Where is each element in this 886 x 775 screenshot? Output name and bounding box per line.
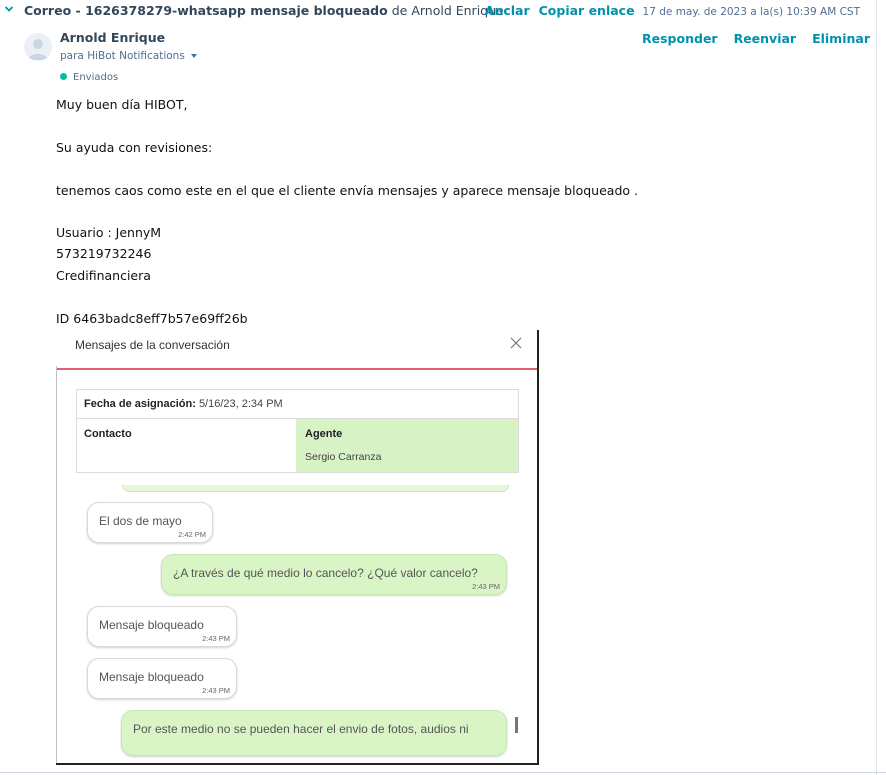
pin-link[interactable]: Anclar: [485, 3, 530, 18]
chat-bubble: ¿A través de qué medio lo cancelo? ¿Qué …: [161, 554, 507, 595]
recipient-dropdown[interactable]: para HiBot Notifications: [60, 50, 197, 62]
modal-title: Mensajes de la conversación: [75, 338, 230, 352]
avatar: [24, 33, 52, 61]
assignment-date: Fecha de asignación: 5/16/23, 2:34 PM: [84, 398, 283, 410]
subject-prefix: Correo -: [24, 3, 86, 18]
modal-divider: [56, 368, 538, 370]
chat-bubble-time: 2:43 PM: [202, 634, 230, 643]
chat-bubble: Por este medio no se pueden hacer el env…: [121, 710, 507, 756]
email-header: Correo - 1626378279-whatsapp mensaje blo…: [0, 0, 876, 22]
chat-bubble: Mensaje bloqueado 2:43 PM: [87, 606, 237, 647]
chat-bubble: Mensaje bloqueado 2:43 PM: [87, 658, 237, 699]
chat-bubble-text: El dos de mayo: [99, 514, 182, 528]
conversation-info-table: Fecha de asignación: 5/16/23, 2:34 PM Co…: [76, 389, 519, 473]
chat-bubble-text: Por este medio no se pueden hacer el env…: [133, 722, 469, 736]
avatar-icon: [28, 39, 48, 60]
agent-name: Sergio Carranza: [305, 451, 382, 463]
email-date: 17 de may. de 2023 a la(s) 10:39 AM CST: [642, 6, 860, 18]
sender-name: Arnold Enrique: [60, 30, 166, 45]
chat-bubble-text: Mensaje bloqueado: [99, 670, 204, 684]
delete-button[interactable]: Eliminar: [812, 31, 870, 46]
status-text: Enviados: [73, 72, 119, 83]
chevron-down-icon[interactable]: [3, 3, 15, 15]
reply-button[interactable]: Responder: [642, 31, 718, 46]
chat-bubble-time: 2:43 PM: [202, 686, 230, 695]
recipient-text: para HiBot Notifications: [60, 50, 185, 62]
embedded-screenshot: Mensajes de la conversación Fecha de asi…: [56, 330, 538, 764]
close-icon: [510, 337, 522, 349]
chat-bubble-time: 2:43 PM: [472, 582, 500, 591]
assignment-value: 5/16/23, 2:34 PM: [198, 398, 283, 410]
chat-bubble-text: ¿A través de qué medio lo cancelo? ¿Qué …: [173, 566, 478, 580]
assignment-label: Fecha de asignación:: [84, 398, 196, 410]
panel-right-border: [876, 0, 877, 775]
contact-cell: Contacto: [77, 419, 296, 472]
assignment-row: Fecha de asignación: 5/16/23, 2:34 PM: [77, 390, 518, 419]
caret-down-icon: [190, 54, 197, 58]
message-actions: Responder Reenviar Eliminar: [630, 31, 870, 46]
screenshot-left-edge: [56, 366, 57, 764]
agent-label: Agente: [305, 428, 343, 440]
body-user: Usuario : JennyM: [56, 225, 162, 240]
agent-cell: Agente Sergio Carranza: [296, 419, 518, 472]
chat-bubble: El dos de mayo 2:42 PM: [87, 502, 213, 543]
forward-button[interactable]: Reenviar: [734, 31, 797, 46]
body-greeting: Muy buen día HIBOT,: [56, 97, 188, 112]
copy-link-link[interactable]: Copiar enlace: [539, 3, 635, 18]
body-id: ID 6463badc8eff7b57e69ff26b: [56, 311, 248, 326]
scrollbar-thumb: [515, 717, 518, 733]
body-phone: 573219732246: [56, 246, 152, 261]
panel-bottom-border: [0, 772, 886, 773]
status-badge: Enviados: [60, 72, 118, 83]
contact-label: Contacto: [84, 428, 132, 440]
previous-bubble-edge: [122, 485, 509, 492]
body-line-1: Su ayuda con revisiones:: [56, 140, 213, 155]
header-actions: Anclar Copiar enlace 17 de may. de 2023 …: [485, 3, 860, 18]
body-line-2: tenemos caos como este en el que el clie…: [56, 183, 638, 198]
chat-bubble-text: Mensaje bloqueado: [99, 618, 204, 632]
body-company: Credifinanciera: [56, 268, 151, 283]
screenshot-bottom-edge: [56, 763, 539, 765]
status-dot-icon: [60, 72, 67, 80]
subject-text: 1626378279-whatsapp mensaje bloqueado: [85, 3, 388, 18]
from-word: de: [391, 3, 408, 18]
chat-bubble-time: 2:42 PM: [178, 530, 206, 539]
screenshot-right-edge: [537, 330, 539, 765]
email-subject-line[interactable]: Correo - 1626378279-whatsapp mensaje blo…: [24, 3, 504, 18]
